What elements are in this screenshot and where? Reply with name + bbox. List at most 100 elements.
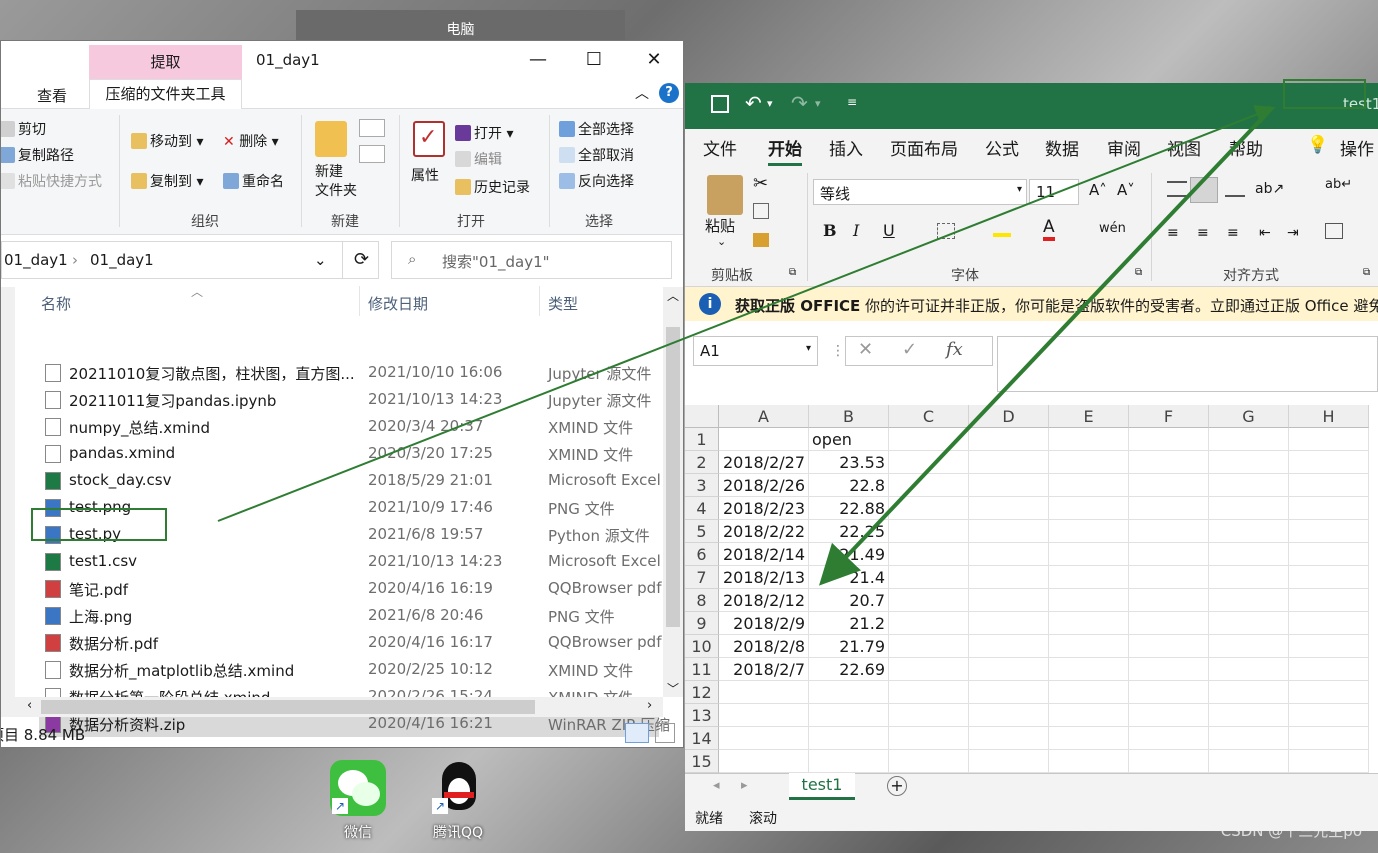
cell[interactable]: 2018/2/23 (719, 497, 809, 520)
select-all-corner[interactable] (685, 405, 719, 428)
easy-access-icon[interactable] (359, 145, 385, 163)
cell[interactable]: 2018/2/13 (719, 566, 809, 589)
cell[interactable] (889, 612, 969, 635)
cell[interactable] (1209, 543, 1289, 566)
cell[interactable] (1289, 750, 1369, 773)
cell[interactable] (809, 704, 889, 727)
file-row[interactable]: 上海.png 2021/6/8 20:46 PNG 文件 (39, 602, 659, 629)
cell[interactable] (1049, 727, 1129, 750)
file-row[interactable]: 数据分析.pdf 2020/4/16 16:17 QQBrowser pdf (39, 629, 662, 656)
cell[interactable] (809, 750, 889, 773)
align-middle-icon[interactable] (1190, 177, 1218, 203)
dialog-launcher-icon[interactable]: ⧉ (1363, 267, 1370, 278)
nav-pane-scrollbar[interactable] (1, 287, 15, 697)
cell[interactable] (1129, 474, 1209, 497)
collapse-ribbon-icon[interactable]: ︿ (635, 83, 649, 103)
redo-dropdown-icon[interactable]: ▾ (815, 97, 821, 110)
cell[interactable] (1289, 497, 1369, 520)
undo-dropdown-icon[interactable]: ▾ (767, 97, 773, 110)
tab-insert[interactable]: 插入 (829, 135, 863, 160)
cell[interactable] (1289, 589, 1369, 612)
row-header[interactable]: 14 (685, 727, 719, 750)
column-header[interactable]: D (969, 405, 1049, 428)
column-header[interactable]: G (1209, 405, 1289, 428)
column-header-date[interactable]: 修改日期 (368, 293, 428, 314)
cell[interactable] (1289, 474, 1369, 497)
cell[interactable] (889, 474, 969, 497)
cell[interactable] (719, 750, 809, 773)
cell[interactable]: 2018/2/9 (719, 612, 809, 635)
cell[interactable]: 21.2 (809, 612, 889, 635)
lightbulb-icon[interactable]: 💡 (1307, 135, 1328, 155)
add-sheet-icon[interactable]: + (887, 776, 907, 796)
desktop-icon-wechat[interactable]: ↗ 微信 (318, 760, 398, 842)
cell[interactable] (1289, 451, 1369, 474)
file-row[interactable]: 笔记.pdf 2020/4/16 16:19 QQBrowser pdf (39, 575, 662, 602)
tell-me-search[interactable]: 操作 (1340, 135, 1374, 160)
tab-home[interactable]: 开始 (768, 135, 802, 166)
close-button[interactable]: ✕ (639, 49, 669, 70)
file-row[interactable]: numpy_总结.xmind 2020/3/4 20:37 XMIND 文件 (39, 413, 659, 440)
borders-icon[interactable] (937, 223, 955, 239)
row-header[interactable]: 4 (685, 497, 719, 520)
cell[interactable] (1209, 474, 1289, 497)
cell[interactable] (889, 658, 969, 681)
large-icons-view-icon[interactable] (655, 723, 675, 743)
file-row[interactable]: stock_day.csv 2018/5/29 21:01 Microsoft Ex… (39, 467, 661, 494)
cell[interactable] (1049, 750, 1129, 773)
cell[interactable] (889, 428, 969, 451)
cell[interactable] (1129, 497, 1209, 520)
cell[interactable] (1129, 681, 1209, 704)
italic-icon[interactable]: I (853, 221, 859, 240)
cell[interactable] (1129, 704, 1209, 727)
column-header-name[interactable]: 名称 (41, 293, 71, 314)
cell[interactable] (1289, 566, 1369, 589)
cell[interactable] (719, 428, 809, 451)
cell[interactable] (719, 704, 809, 727)
cell[interactable] (889, 704, 969, 727)
paste-dropdown-icon[interactable]: ⌄ (717, 235, 726, 248)
row-header[interactable]: 9 (685, 612, 719, 635)
cell[interactable]: 2018/2/8 (719, 635, 809, 658)
new-folder-button[interactable]: 新建 文件夹 (315, 163, 357, 201)
cell[interactable] (1289, 612, 1369, 635)
cell[interactable] (1049, 520, 1129, 543)
cell[interactable] (1209, 566, 1289, 589)
properties-button[interactable]: 属性 (411, 165, 439, 185)
cell[interactable] (1209, 451, 1289, 474)
font-size-select[interactable]: 11 (1029, 179, 1079, 205)
vertical-scrollbar[interactable]: ︿ ﹀ (663, 287, 683, 697)
row-header[interactable]: 8 (685, 589, 719, 612)
phonetic-icon[interactable]: wén (1099, 221, 1126, 236)
copy-to-button[interactable]: 复制到 ▾ (131, 171, 203, 191)
align-right-icon[interactable]: ≡ (1227, 225, 1239, 241)
cell[interactable] (1289, 520, 1369, 543)
cell[interactable]: 2018/2/26 (719, 474, 809, 497)
cell[interactable]: open (809, 428, 889, 451)
cut-icon[interactable]: ✂ (753, 173, 768, 194)
sheet-next-icon[interactable]: ▸ (741, 778, 748, 793)
underline-icon[interactable]: U (883, 221, 895, 240)
edit-button[interactable]: 编辑 (455, 149, 502, 169)
select-none-button[interactable]: 全部取消 (559, 145, 634, 165)
cell[interactable] (1209, 635, 1289, 658)
cell[interactable] (1129, 658, 1209, 681)
scroll-right-icon[interactable]: › (647, 698, 652, 713)
cell[interactable]: 21.79 (809, 635, 889, 658)
cell[interactable] (1209, 520, 1289, 543)
cell[interactable] (969, 612, 1049, 635)
cell[interactable]: 22.69 (809, 658, 889, 681)
save-icon[interactable] (711, 95, 729, 113)
row-header[interactable]: 3 (685, 474, 719, 497)
cell[interactable] (719, 727, 809, 750)
cell[interactable] (1289, 704, 1369, 727)
cell[interactable] (809, 681, 889, 704)
cell[interactable] (889, 520, 969, 543)
cell[interactable]: 2018/2/27 (719, 451, 809, 474)
cell[interactable] (1049, 566, 1129, 589)
history-button[interactable]: 历史记录 (455, 177, 530, 197)
cell[interactable]: 2018/2/14 (719, 543, 809, 566)
sheet-prev-icon[interactable]: ◂ (713, 778, 720, 793)
cell[interactable]: 20.7 (809, 589, 889, 612)
minimize-button[interactable]: — (523, 49, 553, 70)
